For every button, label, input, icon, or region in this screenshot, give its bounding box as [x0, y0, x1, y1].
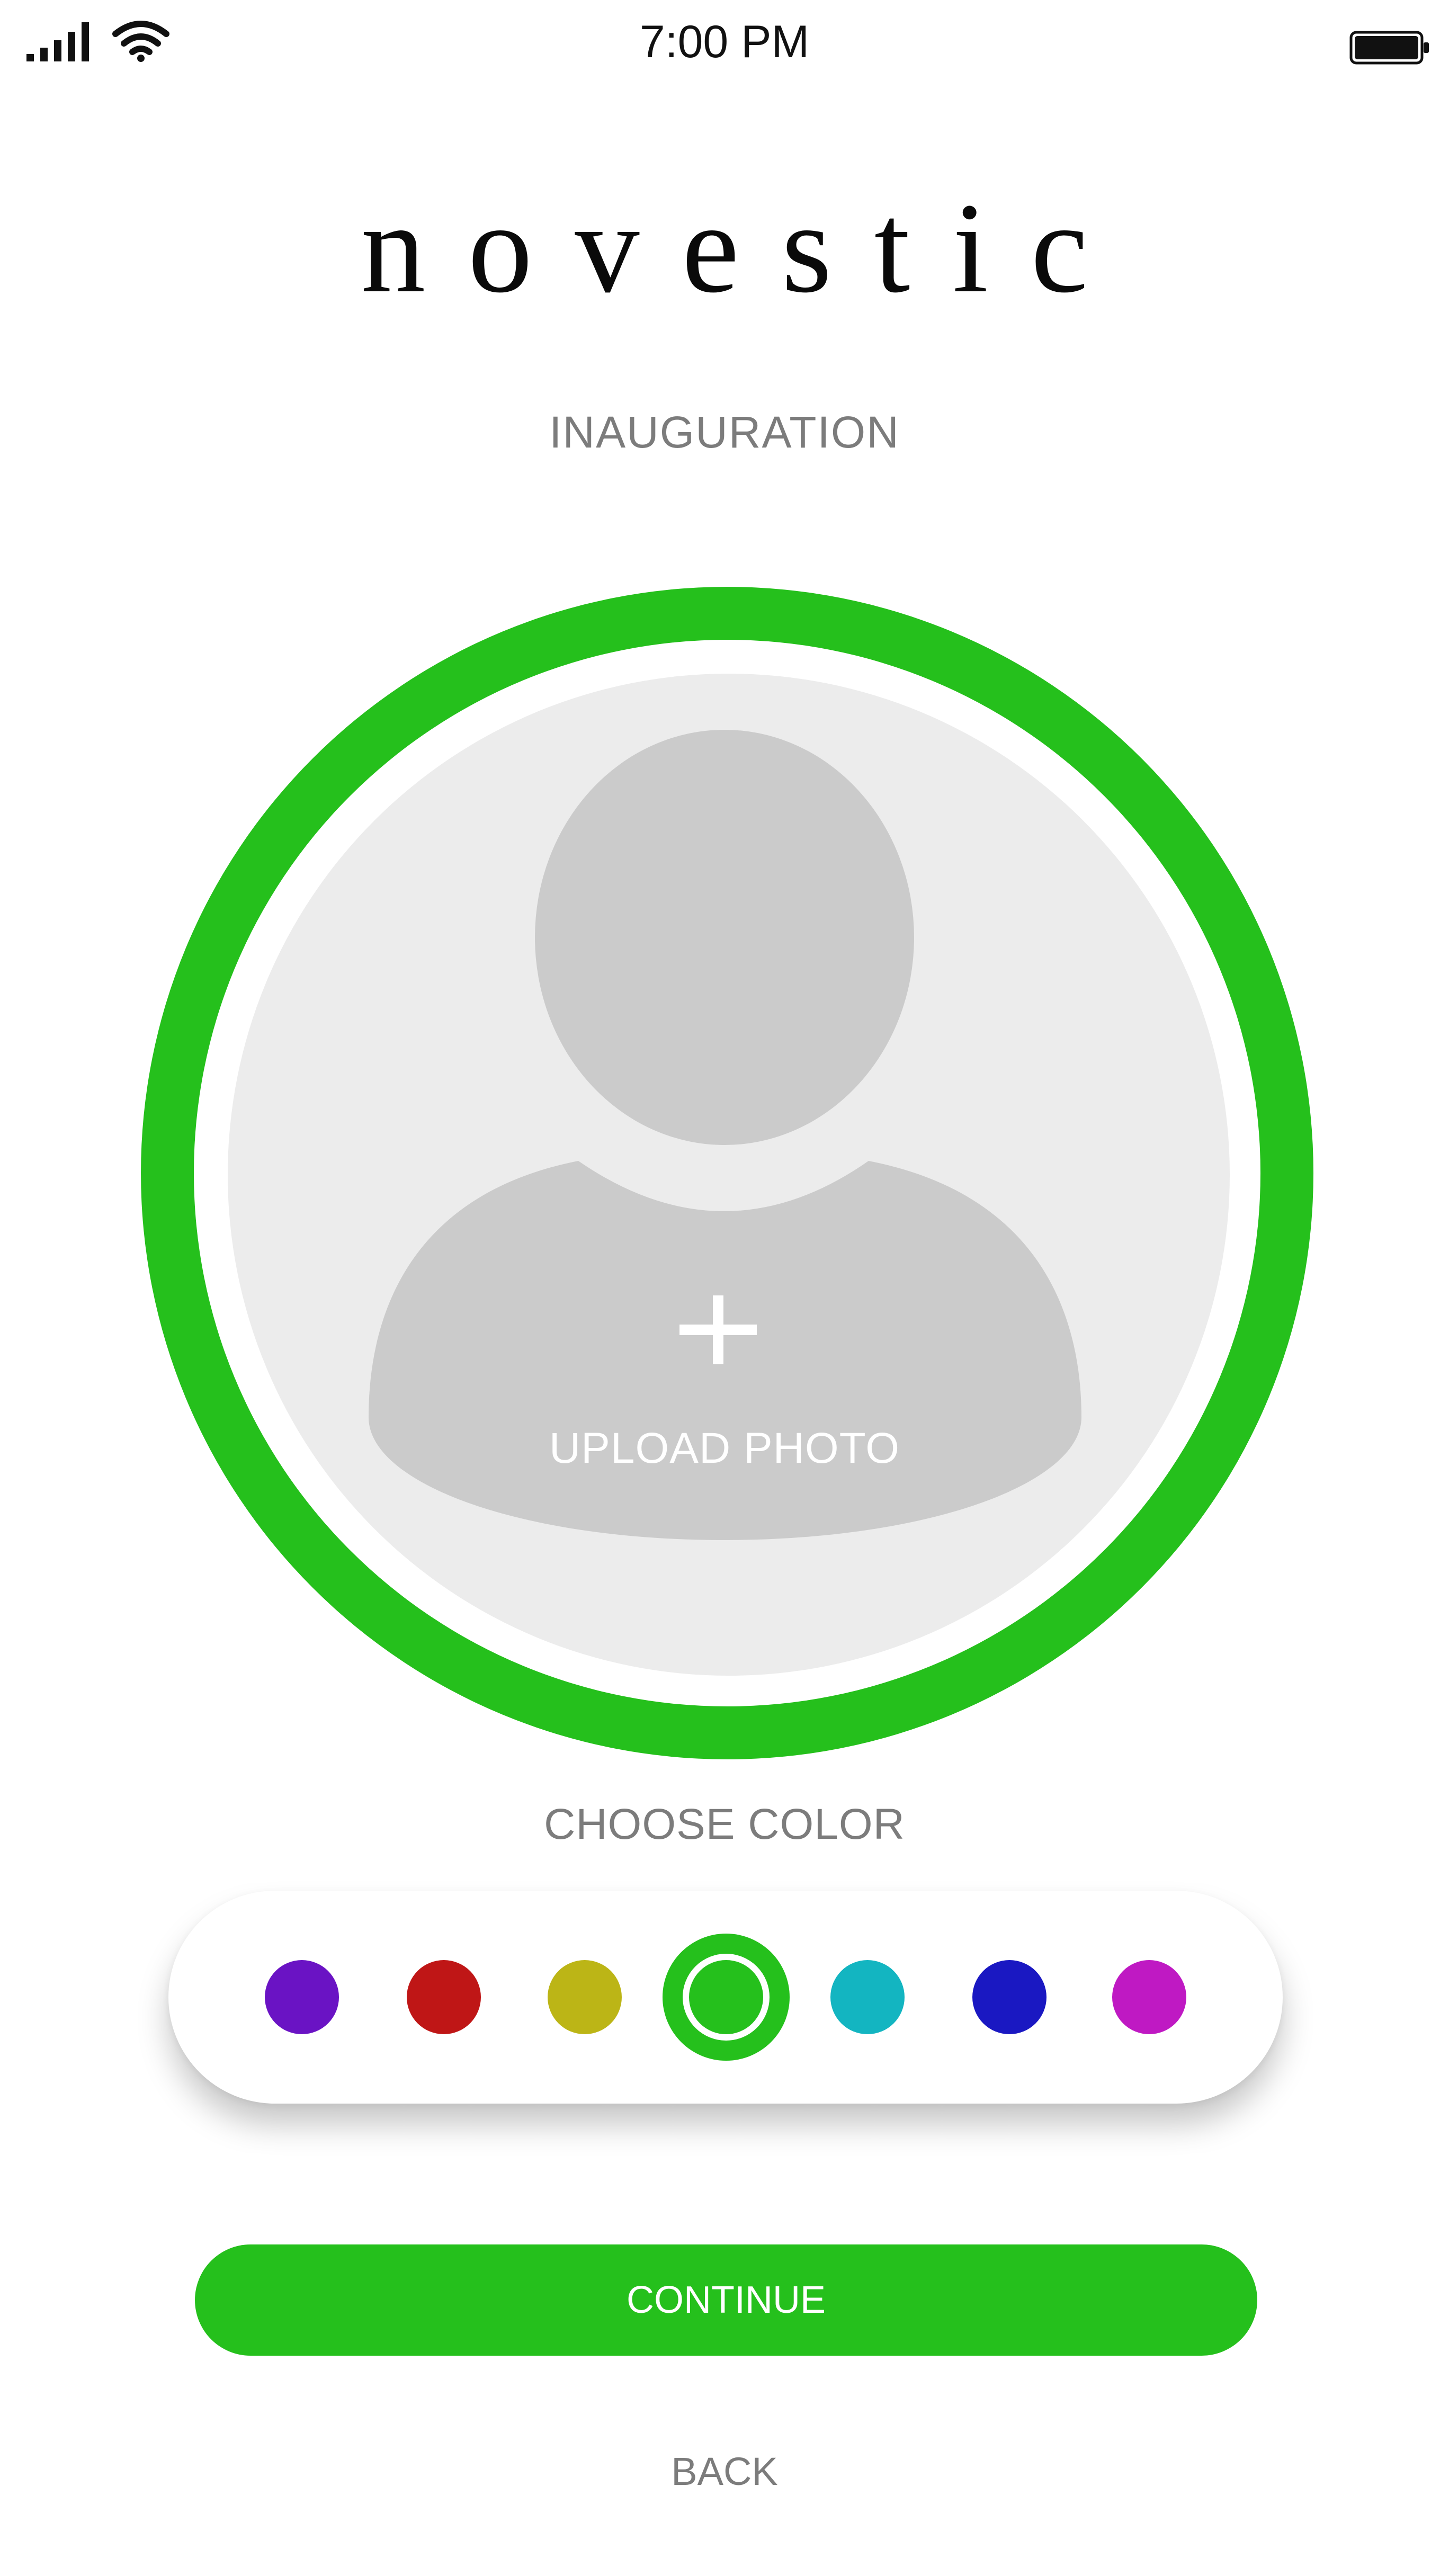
color-swatch-blue[interactable]	[972, 1960, 1046, 2034]
color-swatch-olive[interactable]	[548, 1960, 622, 2034]
color-swatch-purple[interactable]	[265, 1960, 339, 2034]
color-palette	[168, 1891, 1283, 2104]
color-swatch-green[interactable]	[663, 1934, 790, 2061]
user-silhouette-icon	[369, 730, 1081, 1540]
continue-button[interactable]: CONTINUE	[195, 2244, 1257, 2356]
page-subtitle: INAUGURATION	[549, 407, 900, 457]
status-time: 7:00 PM	[639, 16, 810, 67]
color-swatch-red[interactable]	[407, 1960, 481, 2034]
color-swatch-magenta[interactable]	[1112, 1960, 1186, 2034]
back-link[interactable]: BACK	[619, 2449, 830, 2497]
choose-color-label: CHOOSE COLOR	[544, 1800, 905, 1848]
battery-icon	[1349, 31, 1429, 65]
brand-logo: novestic	[361, 176, 1131, 319]
plus-icon	[679, 1295, 757, 1364]
color-swatch-teal[interactable]	[830, 1960, 905, 2034]
avatar-upload[interactable]	[228, 674, 1230, 1676]
upload-photo-label: UPLOAD PHOTO	[549, 1424, 900, 1472]
